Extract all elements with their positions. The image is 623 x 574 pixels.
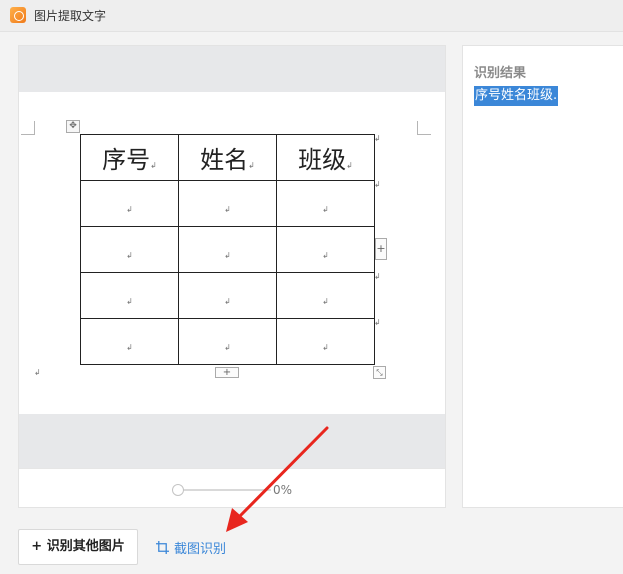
zoom-slider-handle[interactable] xyxy=(172,484,184,496)
table-cell: ↲ xyxy=(178,318,277,365)
row-end-mark: ↲ xyxy=(374,180,381,189)
crop-mark-top-right xyxy=(417,121,431,135)
crop-icon xyxy=(156,541,169,554)
table-resize-icon: ⤡ xyxy=(373,366,386,379)
result-text[interactable]: 序号姓名班级. xyxy=(474,86,559,106)
table-cell: ↲ xyxy=(80,272,179,319)
table-cell: ↲ xyxy=(276,272,375,319)
app-icon xyxy=(10,7,26,23)
document-table: 序号↲ 姓名↲ 班级↲ ↲ ↲ ↲ ↲ ↲ ↲ ↲ ↲ ↲ ↲ ↲ ↲ xyxy=(80,134,375,365)
table-cell: 班级↲ xyxy=(276,134,375,181)
add-column-icon: + xyxy=(215,367,239,378)
table-cell: 姓名↲ xyxy=(178,134,277,181)
table-cell: ↲ xyxy=(80,180,179,227)
table-move-icon: ✥ xyxy=(66,120,80,133)
recognize-other-image-button[interactable]: + 识别其他图片 xyxy=(18,529,138,565)
zoom-control: 0% xyxy=(19,468,445,508)
table-row: ↲ ↲ ↲ xyxy=(80,180,375,227)
screenshot-recognize-link[interactable]: 截图识别 xyxy=(156,538,226,557)
result-title: 识别结果 xyxy=(474,66,527,81)
zoom-value: 0% xyxy=(273,483,293,497)
table-cell: ↲ xyxy=(276,318,375,365)
table-cell: ↲ xyxy=(276,226,375,273)
add-row-icon: + xyxy=(375,238,387,260)
table-cell: ↲ xyxy=(178,226,277,273)
paragraph-mark: ↲ xyxy=(34,368,41,377)
preview-bottom-margin xyxy=(19,414,445,468)
zoom-slider-track[interactable] xyxy=(179,489,271,491)
crop-mark-top-left xyxy=(21,121,35,135)
document-image: ✥ 序号↲ 姓名↲ 班级↲ ↲ ↲ ↲ ↲ ↲ ↲ ↲ ↲ ↲ ↲ ↲ ↲ ↲ … xyxy=(19,92,445,414)
table-row: 序号↲ 姓名↲ 班级↲ xyxy=(80,134,375,181)
table-cell: 序号↲ xyxy=(80,134,179,181)
result-panel: 识别结果 序号姓名班级. xyxy=(462,45,623,508)
row-end-mark: ↲ xyxy=(374,134,381,143)
table-cell: ↲ xyxy=(276,180,375,227)
table-cell: ↲ xyxy=(178,272,277,319)
screenshot-recognize-label: 截图识别 xyxy=(174,542,227,557)
table-row: ↲ ↲ ↲ xyxy=(80,226,375,273)
image-preview-panel: ✥ 序号↲ 姓名↲ 班级↲ ↲ ↲ ↲ ↲ ↲ ↲ ↲ ↲ ↲ ↲ ↲ ↲ ↲ … xyxy=(18,45,446,508)
row-end-mark: ↲ xyxy=(374,272,381,281)
title-bar: 图片提取文字 xyxy=(0,0,623,32)
table-cell: ↲ xyxy=(178,180,277,227)
table-cell: ↲ xyxy=(80,318,179,365)
row-end-mark: ↲ xyxy=(374,318,381,327)
table-row: ↲ ↲ ↲ xyxy=(80,318,375,365)
table-row: ↲ ↲ ↲ xyxy=(80,272,375,319)
preview-top-margin xyxy=(19,46,445,92)
window-title: 图片提取文字 xyxy=(34,9,107,23)
table-cell: ↲ xyxy=(80,226,179,273)
